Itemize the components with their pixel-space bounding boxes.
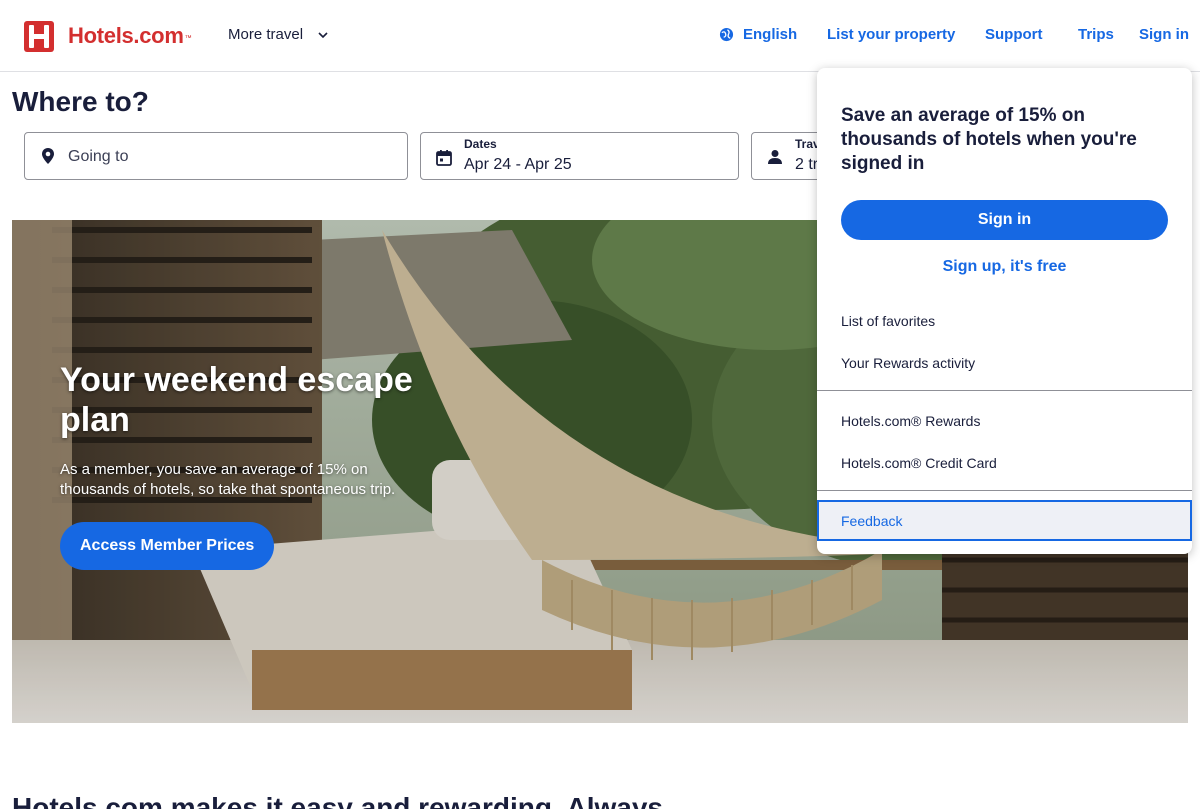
- destination-placeholder: Going to: [68, 148, 129, 165]
- support-link[interactable]: Support: [985, 26, 1043, 43]
- rewards-activity-link[interactable]: Your Rewards activity: [841, 355, 975, 371]
- language-selector[interactable]: English: [719, 26, 797, 43]
- header-sign-in-link[interactable]: Sign in: [1139, 26, 1189, 43]
- site-header: Hotels.com ™ More travel English List you…: [0, 0, 1200, 72]
- feedback-link[interactable]: Feedback: [817, 500, 1192, 541]
- dates-label: Dates: [464, 137, 497, 151]
- travelers-label: Trav: [795, 137, 820, 151]
- hotels-logo[interactable]: Hotels.com ™: [24, 20, 192, 52]
- dates-value: Apr 24 - Apr 25: [464, 156, 572, 173]
- chevron-down-icon: [318, 31, 328, 38]
- hotels-logo-icon: [24, 20, 54, 52]
- dropdown-divider: [817, 390, 1192, 391]
- globe-icon: [719, 27, 734, 42]
- more-travel-label: More travel: [228, 26, 304, 43]
- person-icon: [768, 150, 782, 164]
- hero-text: Your weekend escape plan As a member, yo…: [60, 360, 420, 500]
- dropdown-headline: Save an average of 15% on thousands of h…: [841, 105, 1137, 174]
- feedback-label: Feedback: [841, 513, 903, 529]
- hero-title: Your weekend escape plan: [60, 361, 413, 439]
- favorites-link[interactable]: List of favorites: [841, 313, 935, 329]
- page-title: Where to?: [12, 86, 149, 117]
- trips-link[interactable]: Trips: [1078, 26, 1114, 43]
- logo-trademark: ™: [184, 34, 192, 42]
- credit-card-link[interactable]: Hotels.com® Credit Card: [841, 455, 997, 471]
- section-heading: Hotels.com makes it easy and rewarding. …: [12, 792, 671, 809]
- travelers-value: 2 tr: [795, 156, 819, 173]
- language-label: English: [743, 26, 798, 43]
- dropdown-sign-in-button[interactable]: Sign in: [841, 200, 1168, 240]
- account-dropdown: Save an average of 15% on thousands of h…: [817, 68, 1192, 554]
- location-pin-icon: [42, 148, 54, 164]
- rewards-program-link[interactable]: Hotels.com® Rewards: [841, 413, 980, 429]
- more-travel-menu[interactable]: More travel: [228, 26, 329, 43]
- logo-text: Hotels.com: [68, 23, 184, 48]
- hero-subtitle: As a member, you save an average of 15% …: [60, 461, 396, 498]
- calendar-icon: [436, 150, 452, 166]
- list-property-link[interactable]: List your property: [827, 26, 955, 43]
- dropdown-divider: [817, 490, 1192, 491]
- sign-up-link[interactable]: Sign up, it's free: [841, 258, 1168, 276]
- access-member-prices-button[interactable]: Access Member Prices: [60, 522, 275, 570]
- destination-input[interactable]: Going to: [24, 132, 408, 180]
- dates-field[interactable]: Dates Apr 24 - Apr 25: [420, 132, 739, 180]
